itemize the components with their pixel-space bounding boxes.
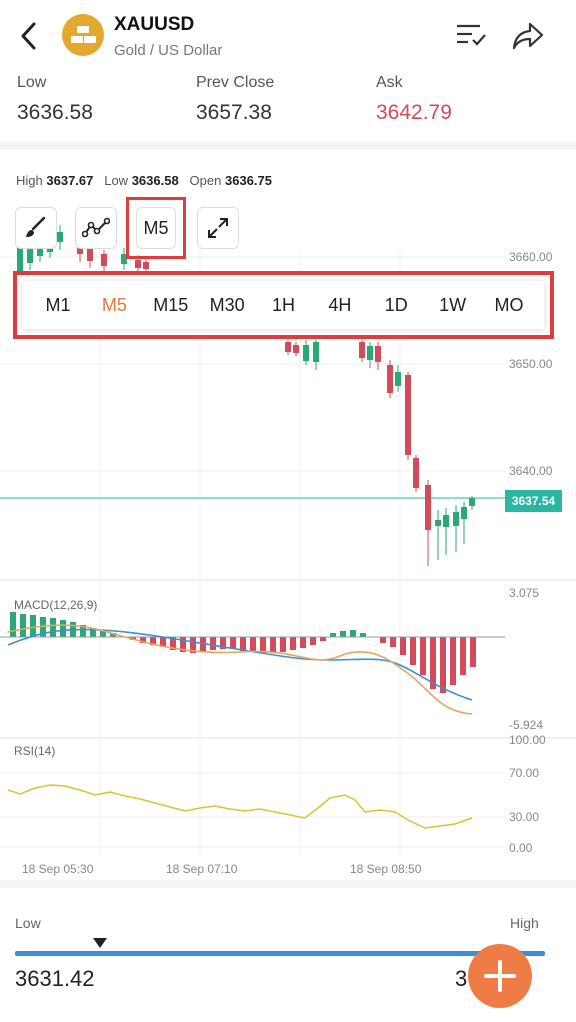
macd-min-label: -5.924 (509, 718, 544, 732)
price-axis-label: 3660.00 (509, 250, 553, 264)
range-marker-icon (93, 938, 107, 948)
timeframe-selector-highlight: M1 M5 M15 M30 1H 4H 1D 1W MO (13, 271, 554, 339)
day-range-bar (15, 951, 545, 956)
line-chart-icon (82, 217, 110, 238)
rsi-axis-label: 70.00 (509, 766, 540, 780)
price-axis-label: 3650.00 (509, 357, 553, 371)
ask-label: Ask (376, 74, 403, 91)
section-divider (0, 142, 576, 150)
timeframe-button[interactable]: M5 (136, 207, 176, 249)
range-high-label: High (510, 915, 539, 931)
timeframe-selector: M1 M5 M15 M30 1H 4H 1D 1W MO (23, 281, 544, 329)
back-button[interactable] (14, 18, 44, 54)
new-order-button[interactable] (468, 944, 532, 1008)
timeframe-option-1h[interactable]: 1H (257, 295, 311, 316)
timeframe-option-1w[interactable]: 1W (426, 295, 480, 316)
rsi-label: RSI(14) (14, 744, 56, 758)
low-value: 3636.58 (17, 101, 93, 124)
time-axis-label: 18 Sep 08:50 (350, 862, 422, 876)
prev-close-label: Prev Close (196, 74, 275, 91)
timeframe-option-mo[interactable]: MO (482, 295, 536, 316)
rsi-axis-label: 100.00 (509, 733, 546, 747)
chart-stats: High 3637.67 Low 3636.58 Open 3636.75 (16, 173, 272, 188)
symbol-subtitle: Gold / US Dollar (114, 42, 223, 59)
watchlist-button[interactable] (454, 20, 488, 50)
list-check-icon (457, 24, 486, 46)
chevron-left-icon (21, 22, 36, 50)
draw-tool-button[interactable] (15, 207, 57, 249)
range-low-label: Low (15, 915, 41, 931)
timeframe-highlight: M5 (126, 197, 186, 259)
rsi-line (7, 784, 473, 829)
timeframe-option-m15[interactable]: M15 (144, 295, 198, 316)
brush-icon (26, 216, 46, 237)
timeframe-option-m1[interactable]: M1 (31, 295, 85, 316)
time-axis-label: 18 Sep 05:30 (22, 862, 94, 876)
indicator-button[interactable] (75, 207, 117, 249)
fullscreen-button[interactable] (197, 207, 239, 249)
timeframe-option-1d[interactable]: 1D (369, 295, 423, 316)
section-divider (0, 880, 576, 888)
gold-logo (62, 14, 104, 56)
timeframe-option-m5[interactable]: M5 (87, 295, 141, 316)
expand-icon (208, 218, 228, 238)
range-high-value: 3 (455, 966, 468, 991)
price-axis-label: 3640.00 (509, 464, 553, 478)
ask-value: 3642.79 (376, 101, 452, 124)
macd-label: MACD(12,26,9) (14, 598, 98, 612)
gold-bars-icon (71, 26, 96, 43)
share-icon (512, 22, 544, 50)
timeframe-option-4h[interactable]: 4H (313, 295, 367, 316)
plus-icon (484, 960, 516, 992)
symbol-title: XAUUSD (114, 14, 195, 35)
rsi-axis-label: 30.00 (509, 810, 540, 824)
timeframe-option-m30[interactable]: M30 (200, 295, 254, 316)
range-low-value: 3631.42 (15, 966, 95, 991)
time-axis-label: 18 Sep 07:10 (166, 862, 238, 876)
macd-max-label: 3.075 (509, 586, 540, 600)
prev-close-value: 3657.38 (196, 101, 272, 124)
current-price-tag: 3637.54 (505, 490, 562, 512)
share-button[interactable] (510, 20, 546, 52)
low-label: Low (17, 74, 47, 91)
rsi-axis-label: 0.00 (509, 841, 533, 855)
